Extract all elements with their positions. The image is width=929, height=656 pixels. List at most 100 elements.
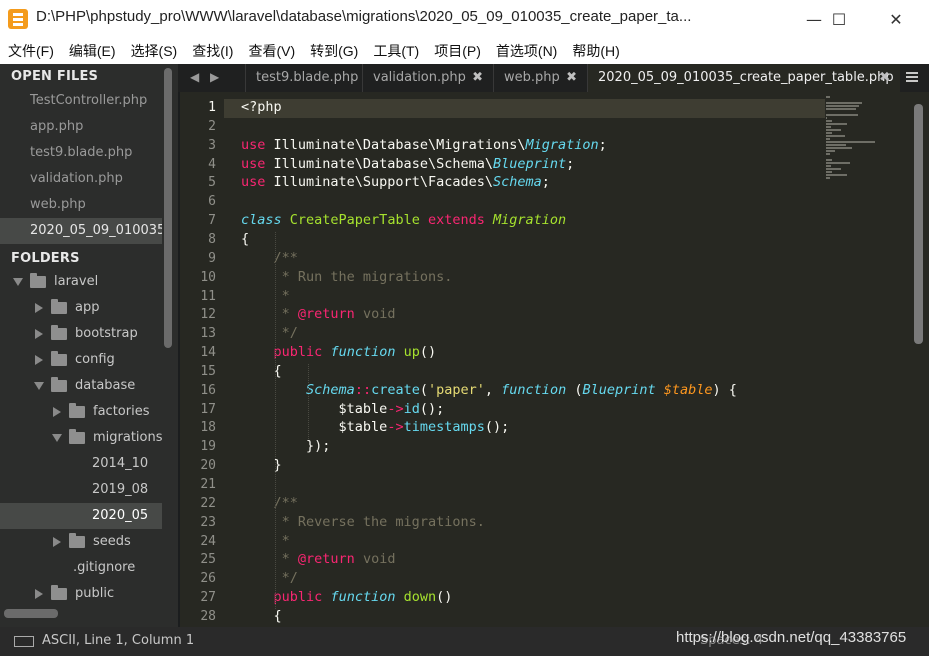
tab-3[interactable]: web.php ✖ [493, 64, 587, 92]
minimap-line [826, 165, 831, 167]
menu-item[interactable]: 查看(V) [240, 41, 302, 61]
sidebar-vertical-scrollbar[interactable] [164, 68, 172, 348]
folder-tree-item[interactable]: migrations [0, 425, 162, 451]
expanded-arrow-icon[interactable] [52, 434, 62, 442]
tree-item-label: factories [93, 404, 150, 419]
line-number: 18 [200, 420, 216, 436]
code-token: ( [419, 381, 428, 398]
folder-tree-item[interactable]: database [0, 373, 162, 399]
minimap[interactable] [826, 96, 886, 186]
tab-close-icon[interactable]: ✖ [566, 64, 577, 92]
folder-tree-item[interactable]: app [0, 295, 162, 321]
open-file-item[interactable]: TestController.php [0, 88, 162, 114]
tree-item-label: 2019_08 [92, 482, 149, 497]
code-token: ) { [712, 381, 737, 398]
menu-item[interactable]: 工具(T) [365, 41, 426, 61]
code-line: }); [241, 438, 330, 454]
tree-item-label: public [75, 586, 115, 601]
code-token: function [330, 344, 396, 361]
panel-toggle-icon[interactable] [14, 636, 34, 647]
tab-nav-left-icon[interactable]: ◀ [190, 70, 199, 84]
tree-item-label: migrations [93, 430, 162, 445]
menu-item[interactable]: 选择(S) [123, 41, 185, 61]
indent-guide [275, 231, 276, 609]
tab-2[interactable]: validation.php ✖ [362, 64, 493, 92]
code-line: /** [241, 250, 298, 266]
folder-tree-item[interactable]: public [0, 581, 162, 607]
code-token: class [241, 212, 282, 229]
open-file-item[interactable]: app.php [0, 114, 162, 140]
collapsed-arrow-icon[interactable] [35, 329, 43, 339]
sidebar-horizontal-scrollbar[interactable] [4, 609, 58, 618]
code-token: /** [273, 494, 298, 511]
collapsed-arrow-icon[interactable] [35, 303, 43, 313]
line-number: 19 [200, 439, 216, 455]
file-tree-item[interactable]: 2014_10 [0, 451, 162, 477]
code-token: @return [297, 306, 355, 323]
menu-item[interactable]: 文件(F) [0, 41, 61, 61]
code-line: { [241, 608, 282, 624]
code-token: * Reverse the migrations. [273, 513, 485, 530]
code-token: () [419, 344, 437, 361]
code-line: * Reverse the migrations. [241, 514, 485, 530]
code-token: */ [273, 570, 298, 587]
line-number: 1 [208, 100, 216, 115]
code-token: down [403, 589, 437, 606]
collapsed-arrow-icon[interactable] [35, 355, 43, 365]
minimap-line [826, 105, 859, 107]
minimap-line [826, 120, 832, 122]
menu-item[interactable]: 帮助(H) [564, 41, 626, 61]
menu-item[interactable]: 查找(I) [184, 41, 240, 61]
code-token: void [354, 551, 396, 568]
tree-item-label: config [75, 352, 115, 367]
code-token: use [241, 174, 266, 191]
tab-close-icon[interactable]: ✖ [472, 64, 483, 92]
file-tree-item[interactable]: 2019_08 [0, 477, 162, 503]
collapsed-arrow-icon[interactable] [53, 407, 61, 417]
expanded-arrow-icon[interactable] [13, 278, 23, 286]
code-token: CreatePaperTable [289, 212, 420, 229]
collapsed-arrow-icon[interactable] [35, 589, 43, 599]
tree-item-label: .gitignore [73, 560, 136, 575]
file-tree-item[interactable]: 2020_05 [0, 503, 162, 529]
tab-close-icon[interactable]: ✖ [879, 64, 890, 92]
tab-1[interactable]: test9.blade.php [245, 64, 362, 92]
minimap-line [826, 177, 830, 179]
code-editor[interactable]: 1 2 3 4 5 6 7 8 9 10 11 12 13 14 15 16 17 18 19 20 21 22 23 24 2… [180, 92, 929, 627]
open-file-item[interactable]: web.php [0, 192, 162, 218]
editor-vertical-scrollbar[interactable] [914, 104, 923, 344]
menu-item[interactable]: 编辑(E) [61, 41, 123, 61]
open-files-header: OPEN FILES [11, 69, 99, 84]
tab-4[interactable]: 2020_05_09_010035_create_paper_table.php… [587, 64, 900, 92]
folder-tree-item[interactable]: bootstrap [0, 321, 162, 347]
code-token: $table [663, 381, 713, 398]
maximize-button[interactable]: ☐ [816, 0, 862, 38]
open-file-item[interactable]: test9.blade.php [0, 140, 162, 166]
expanded-arrow-icon[interactable] [34, 382, 44, 390]
title-bar: D:\PHP\phpstudy_pro\WWW\laravel\database… [0, 0, 929, 39]
menu-item[interactable]: 转到(G) [302, 41, 365, 61]
menu-item[interactable]: 首选项(N) [488, 41, 564, 61]
menu-item[interactable]: 项目(P) [426, 41, 488, 61]
line-number: 10 [200, 269, 216, 285]
collapsed-arrow-icon[interactable] [53, 537, 61, 547]
tab-nav-right-icon[interactable]: ▶ [210, 70, 219, 84]
folder-tree-item[interactable]: factories [0, 399, 162, 425]
file-tree-item[interactable]: .gitignore [0, 555, 162, 581]
folder-tree-item[interactable]: laravel [0, 269, 162, 295]
close-button[interactable]: ✕ [873, 0, 919, 38]
code-line: use Illuminate\Support\Facades\Schema; [241, 174, 550, 190]
menu-icon[interactable] [906, 72, 918, 74]
folder-tree-item[interactable]: seeds [0, 529, 162, 555]
open-file-item[interactable]: validation.php [0, 166, 162, 192]
code-token: @return [297, 551, 355, 568]
open-file-item[interactable]: 2020_05_09_010035_create_paper_table.php [0, 218, 162, 244]
minimap-line [826, 144, 846, 146]
line-number: 17 [200, 401, 216, 417]
folder-tree-item[interactable]: config [0, 347, 162, 373]
